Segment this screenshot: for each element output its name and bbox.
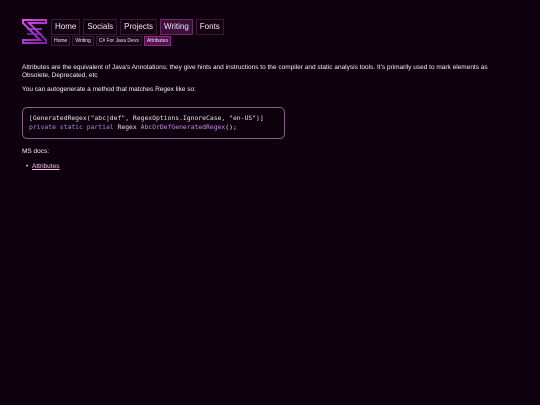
- nav-item-projects[interactable]: Projects: [120, 19, 158, 35]
- code-type: Regex: [113, 123, 141, 131]
- code-keyword: private static partial: [29, 123, 114, 131]
- ms-docs-link-attributes[interactable]: Attributes: [32, 163, 59, 170]
- code-token: , RegexOptions.IgnoreCase,: [125, 114, 230, 122]
- code-line-1: [GeneratedRegex("abc|def", RegexOptions.…: [29, 114, 264, 123]
- nav-item-socials[interactable]: Socials: [83, 19, 118, 35]
- page: Home Socials Projects Writing Fonts Home…: [0, 0, 540, 405]
- list-item: Attributes: [26, 163, 60, 171]
- breadcrumb-csharp-for-java-devs[interactable]: C# For Java Devs: [95, 36, 142, 46]
- main-nav: Home Socials Projects Writing Fonts: [51, 19, 224, 35]
- breadcrumb-writing[interactable]: Writing: [72, 36, 94, 46]
- ms-docs-list: Attributes: [26, 163, 60, 171]
- code-block: [GeneratedRegex("abc|def", RegexOptions.…: [22, 107, 285, 139]
- breadcrumb-attributes[interactable]: Attributes: [143, 36, 171, 46]
- code-token: [GeneratedRegex(: [29, 114, 91, 122]
- code-token: ();: [225, 123, 237, 131]
- nav-item-fonts[interactable]: Fonts: [195, 19, 224, 35]
- code-method: AbcOrDefGeneratedRegex: [140, 123, 226, 131]
- breadcrumb: Home Writing C# For Java Devs Attributes: [51, 36, 171, 46]
- nav-item-writing[interactable]: Writing: [160, 19, 193, 35]
- code-token: )]: [256, 114, 264, 122]
- code-string: "abc|def": [90, 114, 126, 122]
- nav-item-home[interactable]: Home: [51, 19, 81, 35]
- breadcrumb-home[interactable]: Home: [51, 36, 71, 46]
- hourglass-z-logo-icon[interactable]: [21, 18, 48, 45]
- code-line-2: private static partial Regex AbcOrDefGen…: [29, 123, 237, 132]
- intro-paragraph: Attributes are the equivalent of Java's …: [22, 64, 488, 79]
- ms-docs-heading: MS docs:: [22, 148, 50, 155]
- code-string: "en-US": [229, 114, 257, 122]
- autogen-paragraph: You can autogenerate a method that match…: [22, 86, 196, 93]
